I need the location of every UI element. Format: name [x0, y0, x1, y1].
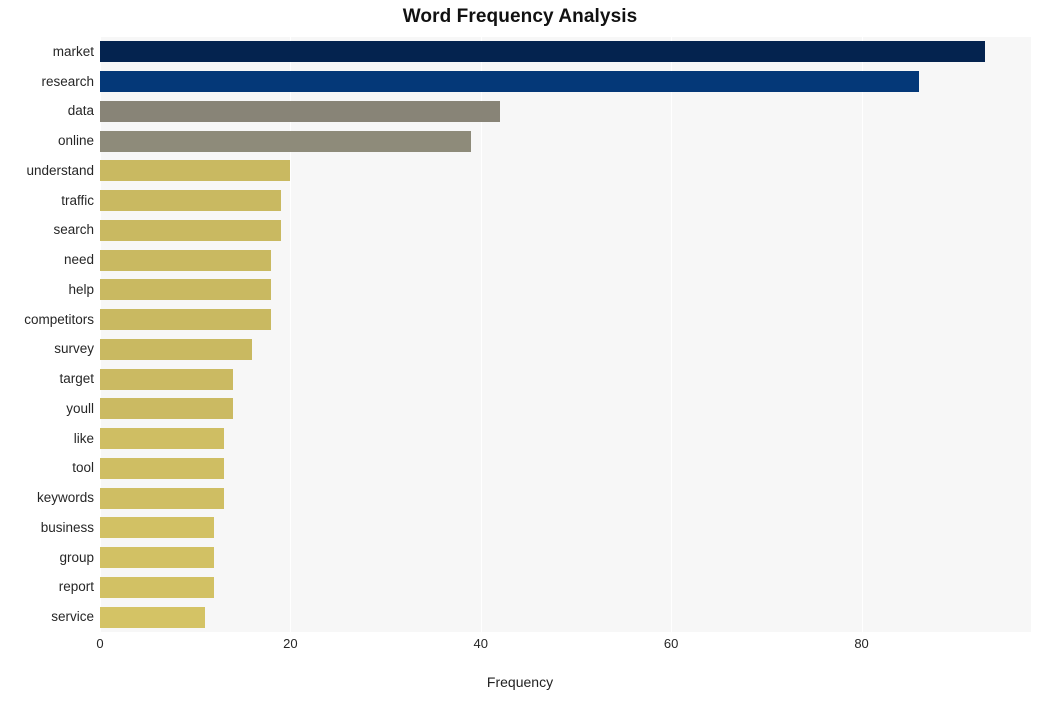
y-axis-tick-label: like	[73, 430, 94, 446]
y-axis-tick-label: survey	[54, 341, 94, 357]
y-axis-tick-label: search	[53, 222, 94, 238]
bar[interactable]	[100, 576, 215, 598]
bar[interactable]	[100, 547, 215, 569]
y-axis-tick-label: research	[41, 73, 94, 89]
x-axis-tick-label: 40	[473, 636, 488, 651]
bar[interactable]	[100, 606, 205, 628]
y-axis-tick-label: keywords	[36, 490, 94, 506]
y-axis-tick-label: target	[59, 371, 94, 387]
bar[interactable]	[100, 338, 253, 360]
x-axis-tick-label: 0	[96, 636, 104, 651]
y-axis-tick-label: youll	[66, 400, 94, 416]
y-axis-tick-label: need	[63, 252, 94, 268]
y-axis-tick-label: understand	[26, 162, 94, 178]
y-axis-tick-label: business	[40, 519, 94, 535]
y-axis-tick-label: help	[68, 281, 94, 297]
chart-title: Word Frequency Analysis	[402, 6, 638, 27]
y-axis-tick-label: market	[52, 43, 94, 59]
bar[interactable]	[100, 398, 234, 420]
bar[interactable]	[100, 428, 224, 450]
y-axis-tick-label: competitors	[24, 311, 94, 327]
bar[interactable]	[100, 100, 500, 122]
x-axis-title: Frequency	[486, 674, 554, 690]
bar[interactable]	[100, 279, 272, 301]
bar[interactable]	[100, 309, 272, 331]
bar[interactable]	[100, 219, 281, 241]
bar[interactable]	[100, 368, 234, 390]
bar[interactable]	[100, 249, 272, 271]
bar[interactable]	[100, 487, 224, 509]
y-axis-tick-label: service	[51, 609, 94, 625]
y-axis-tick-label: tool	[72, 460, 94, 476]
y-axis-tick-label: report	[58, 579, 94, 595]
x-axis-tick-labels: 0 20 40 60 80	[0, 636, 1040, 662]
y-axis-tick-label: data	[67, 103, 94, 119]
x-axis-tick-label: 80	[854, 636, 869, 651]
bars-layer	[100, 37, 1031, 632]
bar[interactable]	[100, 190, 281, 212]
bar[interactable]	[100, 71, 919, 93]
bar[interactable]	[100, 41, 986, 63]
bar[interactable]	[100, 130, 472, 152]
y-axis-tick-label: traffic	[61, 192, 94, 208]
x-axis-tick-label: 60	[663, 636, 679, 651]
bar[interactable]	[100, 160, 291, 182]
x-axis-tick-label: 20	[283, 636, 298, 651]
y-axis-tick-label: group	[59, 549, 94, 565]
bar[interactable]	[100, 517, 215, 539]
y-axis-tick-labels: market research data online understand traffi…	[0, 37, 94, 632]
y-axis-tick-label: online	[57, 133, 94, 149]
word-frequency-chart: Word Frequency Analysis market research da…	[0, 0, 1040, 701]
bar[interactable]	[100, 457, 224, 479]
